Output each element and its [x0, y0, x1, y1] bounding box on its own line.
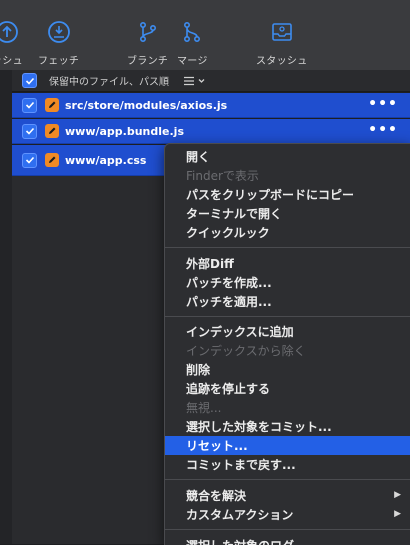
menu-separator: [165, 529, 410, 530]
fetch-button[interactable]: フェッチ: [38, 20, 79, 67]
context-menu: 開く Finderで表示 パスをクリップボードにコピー ターミナルで開く クイッ…: [164, 143, 410, 545]
menu-item-label: 競合を解決: [186, 489, 247, 503]
file-checkbox[interactable]: [22, 123, 37, 139]
file-checkbox[interactable]: [22, 152, 37, 168]
file-name: www/app.bundle.js: [65, 124, 184, 138]
menu-item-show-in-finder: Finderで表示: [186, 169, 259, 183]
stash-icon: [271, 23, 292, 41]
menu-separator: [165, 316, 410, 317]
stash-button[interactable]: スタッシュ: [256, 20, 308, 67]
submenu-arrow-icon: ▶: [394, 509, 401, 519]
file-sort-dropdown[interactable]: 保留中のファイル、パス順: [49, 73, 169, 88]
checkmark-icon: [25, 156, 34, 164]
file-name: www/app.css: [65, 153, 147, 167]
menu-item-quick-look[interactable]: クイックルック: [165, 223, 410, 242]
toolbar: ッシュ フェッチ ブランチ マージ スタッシュ: [0, 0, 410, 71]
checkmark-icon: [25, 101, 34, 109]
file-checkbox[interactable]: [22, 97, 37, 113]
menu-separator: [165, 247, 410, 248]
checkmark-icon: [25, 77, 34, 85]
branch-button[interactable]: ブランチ: [127, 20, 168, 67]
menu-item-delete[interactable]: 削除: [165, 360, 410, 379]
checkmark-icon: [25, 127, 34, 135]
menu-item-remove-from-index: インデックスから除く: [186, 344, 306, 358]
menu-item-create-patch[interactable]: パッチを作成...: [165, 273, 410, 292]
more-actions-icon[interactable]: •••: [368, 97, 398, 111]
submenu-arrow-icon: ▶: [394, 490, 401, 500]
branch-icon: [139, 21, 156, 42]
left-panel-edge: [0, 70, 12, 544]
more-actions-icon[interactable]: •••: [368, 123, 398, 137]
menu-item-stop-tracking[interactable]: 追跡を停止する: [165, 379, 410, 398]
modified-pencil-icon: [45, 98, 59, 112]
merge-button[interactable]: マージ: [177, 20, 208, 67]
file-name: src/store/modules/axios.js: [65, 98, 228, 112]
menu-item-ignore: 無視...: [186, 401, 222, 415]
menu-item-resolve-conflicts[interactable]: 競合を解決 ▶: [165, 486, 410, 505]
merge-icon: [184, 21, 201, 42]
file-row[interactable]: src/store/modules/axios.js •••: [12, 93, 410, 118]
menu-item-open[interactable]: 開く: [165, 147, 410, 166]
menu-item-apply-patch[interactable]: パッチを適用...: [165, 292, 410, 311]
stash-label: スタッシュ: [256, 56, 308, 67]
menu-item-external-diff[interactable]: 外部Diff: [165, 254, 410, 273]
modified-pencil-icon: [45, 153, 59, 167]
push-button[interactable]: ッシュ: [0, 20, 23, 67]
arrow-up-circle-icon: [0, 21, 19, 43]
merge-label: マージ: [177, 56, 208, 67]
menu-item-commit-selected[interactable]: 選択した対象をコミット...: [165, 417, 410, 436]
menu-item-add-to-index[interactable]: インデックスに追加: [165, 322, 410, 341]
list-view-icon: [184, 76, 205, 85]
menu-item-label: カスタムアクション: [186, 508, 294, 522]
fetch-label: フェッチ: [38, 56, 80, 67]
fetch-icon: [47, 21, 70, 43]
menu-item-reset-to-commit[interactable]: コミットまで戻す...: [165, 455, 410, 474]
menu-item-custom-actions[interactable]: カスタムアクション ▶: [165, 505, 410, 524]
branch-label: ブランチ: [127, 56, 169, 67]
modified-pencil-icon: [45, 124, 59, 138]
push-label: ッシュ: [0, 56, 23, 67]
file-filter-bar: 保留中のファイル、パス順: [12, 70, 410, 92]
view-options-button[interactable]: [183, 76, 207, 86]
menu-item-open-in-terminal[interactable]: ターミナルで開く: [165, 204, 410, 223]
menu-item-copy-path[interactable]: パスをクリップボードにコピー: [165, 185, 410, 204]
menu-item-reset[interactable]: リセット...: [165, 436, 410, 455]
file-row[interactable]: www/app.bundle.js •••: [12, 119, 410, 144]
menu-separator: [165, 479, 410, 480]
select-all-checkbox[interactable]: [22, 73, 37, 88]
